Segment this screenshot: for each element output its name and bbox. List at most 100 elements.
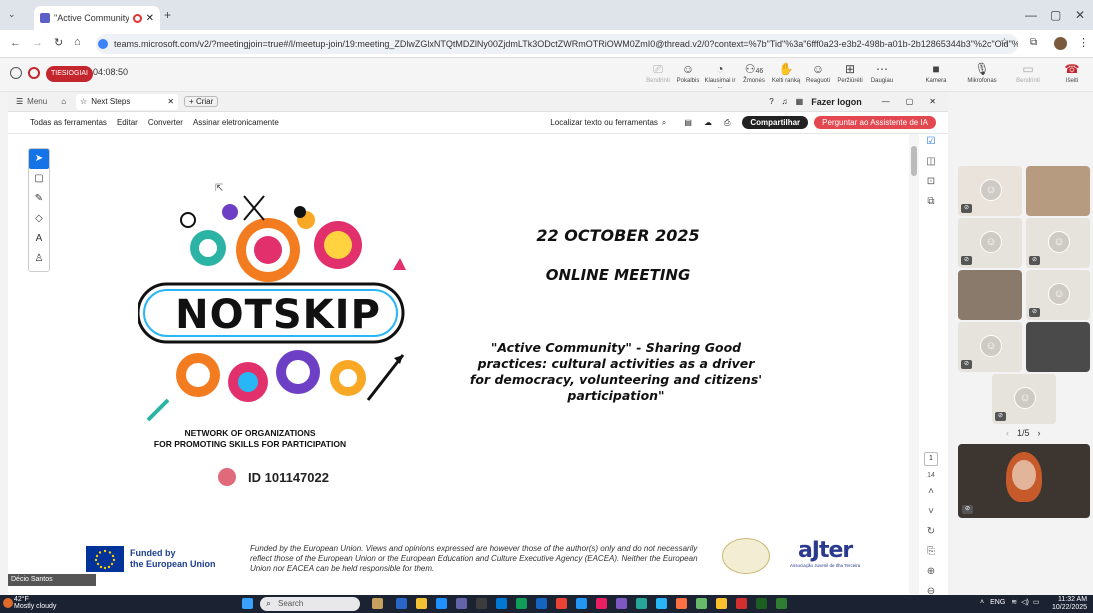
- taskbar-app-icon[interactable]: [676, 598, 687, 609]
- teams-icon[interactable]: [456, 598, 467, 609]
- bookmarks-icon[interactable]: ⊡: [920, 176, 942, 196]
- menu-edit[interactable]: Editar: [117, 118, 138, 127]
- profile-avatar[interactable]: [1054, 37, 1067, 50]
- qa-button[interactable]: ◔ Klausimai ir ...: [704, 62, 736, 90]
- close-tab-icon[interactable]: ✕: [146, 13, 154, 24]
- taskbar-app-icon[interactable]: [372, 598, 383, 609]
- pdf-tab[interactable]: ☆ Next Steps ✕: [76, 93, 179, 110]
- tab-list-icon[interactable]: ⌄: [8, 9, 16, 20]
- participant-tile[interactable]: ☺ ⊘: [992, 374, 1056, 424]
- taskbar-app-icon[interactable]: [656, 598, 667, 609]
- outlook-icon[interactable]: [496, 598, 507, 609]
- rotate-icon[interactable]: ↻: [920, 526, 942, 546]
- home-icon[interactable]: ⌂: [74, 36, 81, 48]
- minimize-icon[interactable]: —: [1025, 8, 1037, 22]
- scroll-thumb[interactable]: [911, 146, 917, 176]
- raise-hand-button[interactable]: ✋ Kelti ranką: [770, 62, 802, 84]
- apps-icon[interactable]: ▦: [796, 97, 804, 106]
- participant-tile[interactable]: ☺ ⊘: [958, 166, 1022, 216]
- taskbar-clock[interactable]: 11:32 AM 10/22/2025: [1052, 596, 1087, 612]
- url-field[interactable]: teams.microsoft.com/v2/?meetingjoin=true…: [96, 34, 1018, 54]
- ai-assistant-button[interactable]: Perguntar ao Assistente de IA: [814, 116, 936, 129]
- taskbar-app-icon[interactable]: [776, 598, 787, 609]
- start-button[interactable]: [242, 598, 253, 609]
- pages-icon[interactable]: ⧉: [920, 196, 942, 216]
- new-tab-button[interactable]: +: [164, 8, 171, 22]
- pdf-restore-icon[interactable]: ▢: [906, 97, 914, 106]
- weather-widget[interactable]: 42°F Mostly cloudy: [14, 596, 56, 610]
- participant-video-tile[interactable]: [958, 270, 1022, 320]
- participant-tile[interactable]: ☺ ⊘: [958, 218, 1022, 268]
- close-window-icon[interactable]: ✕: [1075, 8, 1085, 22]
- language-indicator[interactable]: ENG: [990, 599, 1005, 606]
- help-icon[interactable]: ?: [769, 97, 773, 106]
- browser-tab[interactable]: "Active Community" - Shar ✕: [34, 6, 160, 30]
- menu-convert[interactable]: Converter: [148, 118, 183, 127]
- active-speaker-video[interactable]: ⊘: [958, 444, 1090, 518]
- pdf-minimize-icon[interactable]: —: [882, 97, 890, 106]
- menu-esign[interactable]: Assinar eletronicamente: [193, 118, 279, 127]
- react-button[interactable]: ☺ Reaguoti: [802, 62, 834, 84]
- pdf-menu-label[interactable]: Menu: [27, 97, 47, 106]
- taskbar-app-icon[interactable]: [576, 598, 587, 609]
- extensions-icon[interactable]: ⧉: [1030, 37, 1037, 48]
- reload-icon[interactable]: ↻: [54, 36, 63, 49]
- notifications-icon[interactable]: ♫: [782, 97, 788, 106]
- excel-icon[interactable]: [756, 598, 767, 609]
- restore-icon[interactable]: ▢: [1050, 8, 1061, 22]
- save-icon[interactable]: ▤: [684, 118, 692, 127]
- vertical-scrollbar[interactable]: [909, 134, 919, 594]
- eraser-icon[interactable]: ◇: [29, 209, 49, 229]
- organize-icon[interactable]: ☑: [920, 136, 942, 156]
- acrobat-icon[interactable]: [736, 598, 747, 609]
- text-box-icon[interactable]: A: [29, 229, 49, 249]
- edge-icon[interactable]: [436, 598, 447, 609]
- taskbar-app-icon[interactable]: [616, 598, 627, 609]
- back-icon[interactable]: ←: [10, 37, 21, 49]
- taskbar-app-icon[interactable]: [596, 598, 607, 609]
- site-info-icon[interactable]: [98, 39, 108, 49]
- battery-icon[interactable]: ▭: [1033, 598, 1040, 606]
- participant-tile[interactable]: ☺ ⊘: [1026, 218, 1090, 268]
- chrome-icon[interactable]: [716, 598, 727, 609]
- file-explorer-icon[interactable]: [416, 598, 427, 609]
- cloud-icon[interactable]: ☁: [704, 118, 712, 127]
- prev-page-icon[interactable]: ‹: [1006, 428, 1009, 438]
- participant-video-tile[interactable]: [1026, 166, 1090, 216]
- volume-icon[interactable]: ◁): [1021, 598, 1029, 606]
- mic-button[interactable]: 🎙 Mikrofonas: [966, 62, 998, 84]
- extract-icon[interactable]: ⎘: [920, 546, 942, 566]
- next-page-icon[interactable]: ›: [1038, 428, 1041, 438]
- taskbar-app-icon[interactable]: [696, 598, 707, 609]
- home-icon[interactable]: ⌂: [61, 97, 66, 106]
- forward-icon[interactable]: →: [32, 37, 43, 49]
- taskbar-app-icon[interactable]: [476, 598, 487, 609]
- share-pdf-button[interactable]: Compartilhar: [742, 116, 809, 129]
- comments-panel-icon[interactable]: ◫: [920, 156, 942, 176]
- bookmark-star-icon[interactable]: ☆: [1000, 37, 1009, 48]
- page-up-icon[interactable]: ˄: [920, 486, 942, 506]
- tray-expand-icon[interactable]: ˄: [980, 599, 984, 606]
- view-button[interactable]: ⊞ Peržiūrėti: [834, 62, 866, 84]
- menu-all-tools[interactable]: Todas as ferramentas: [30, 118, 107, 127]
- gmail-icon[interactable]: [556, 598, 567, 609]
- people-button[interactable]: ⚇46 Žmonės: [738, 62, 770, 84]
- taskbar-app-icon[interactable]: [536, 598, 547, 609]
- stamp-icon[interactable]: ♙: [29, 249, 49, 269]
- print-icon[interactable]: ⎙: [724, 118, 730, 128]
- pen-icon[interactable]: ✎: [29, 189, 49, 209]
- select-cursor-icon[interactable]: ➤: [29, 149, 49, 169]
- participant-tile[interactable]: ☺ ⊘: [1026, 270, 1090, 320]
- pdf-close-icon[interactable]: ✕: [929, 97, 936, 106]
- wifi-icon[interactable]: ≋: [1011, 598, 1017, 606]
- taskbar-app-icon[interactable]: [636, 598, 647, 609]
- leave-button[interactable]: ☎ Išeiti: [1056, 62, 1088, 84]
- browser-menu-icon[interactable]: ⋮: [1078, 36, 1089, 49]
- close-pdf-tab-icon[interactable]: ✕: [167, 97, 174, 106]
- camera-button[interactable]: ■ Kamera: [920, 62, 952, 84]
- participant-video-tile[interactable]: [1026, 322, 1090, 372]
- taskbar-app-icon[interactable]: [516, 598, 527, 609]
- taskbar-search[interactable]: Search: [260, 597, 360, 611]
- taskbar-app-icon[interactable]: [396, 598, 407, 609]
- meeting-info-icon[interactable]: [10, 67, 22, 79]
